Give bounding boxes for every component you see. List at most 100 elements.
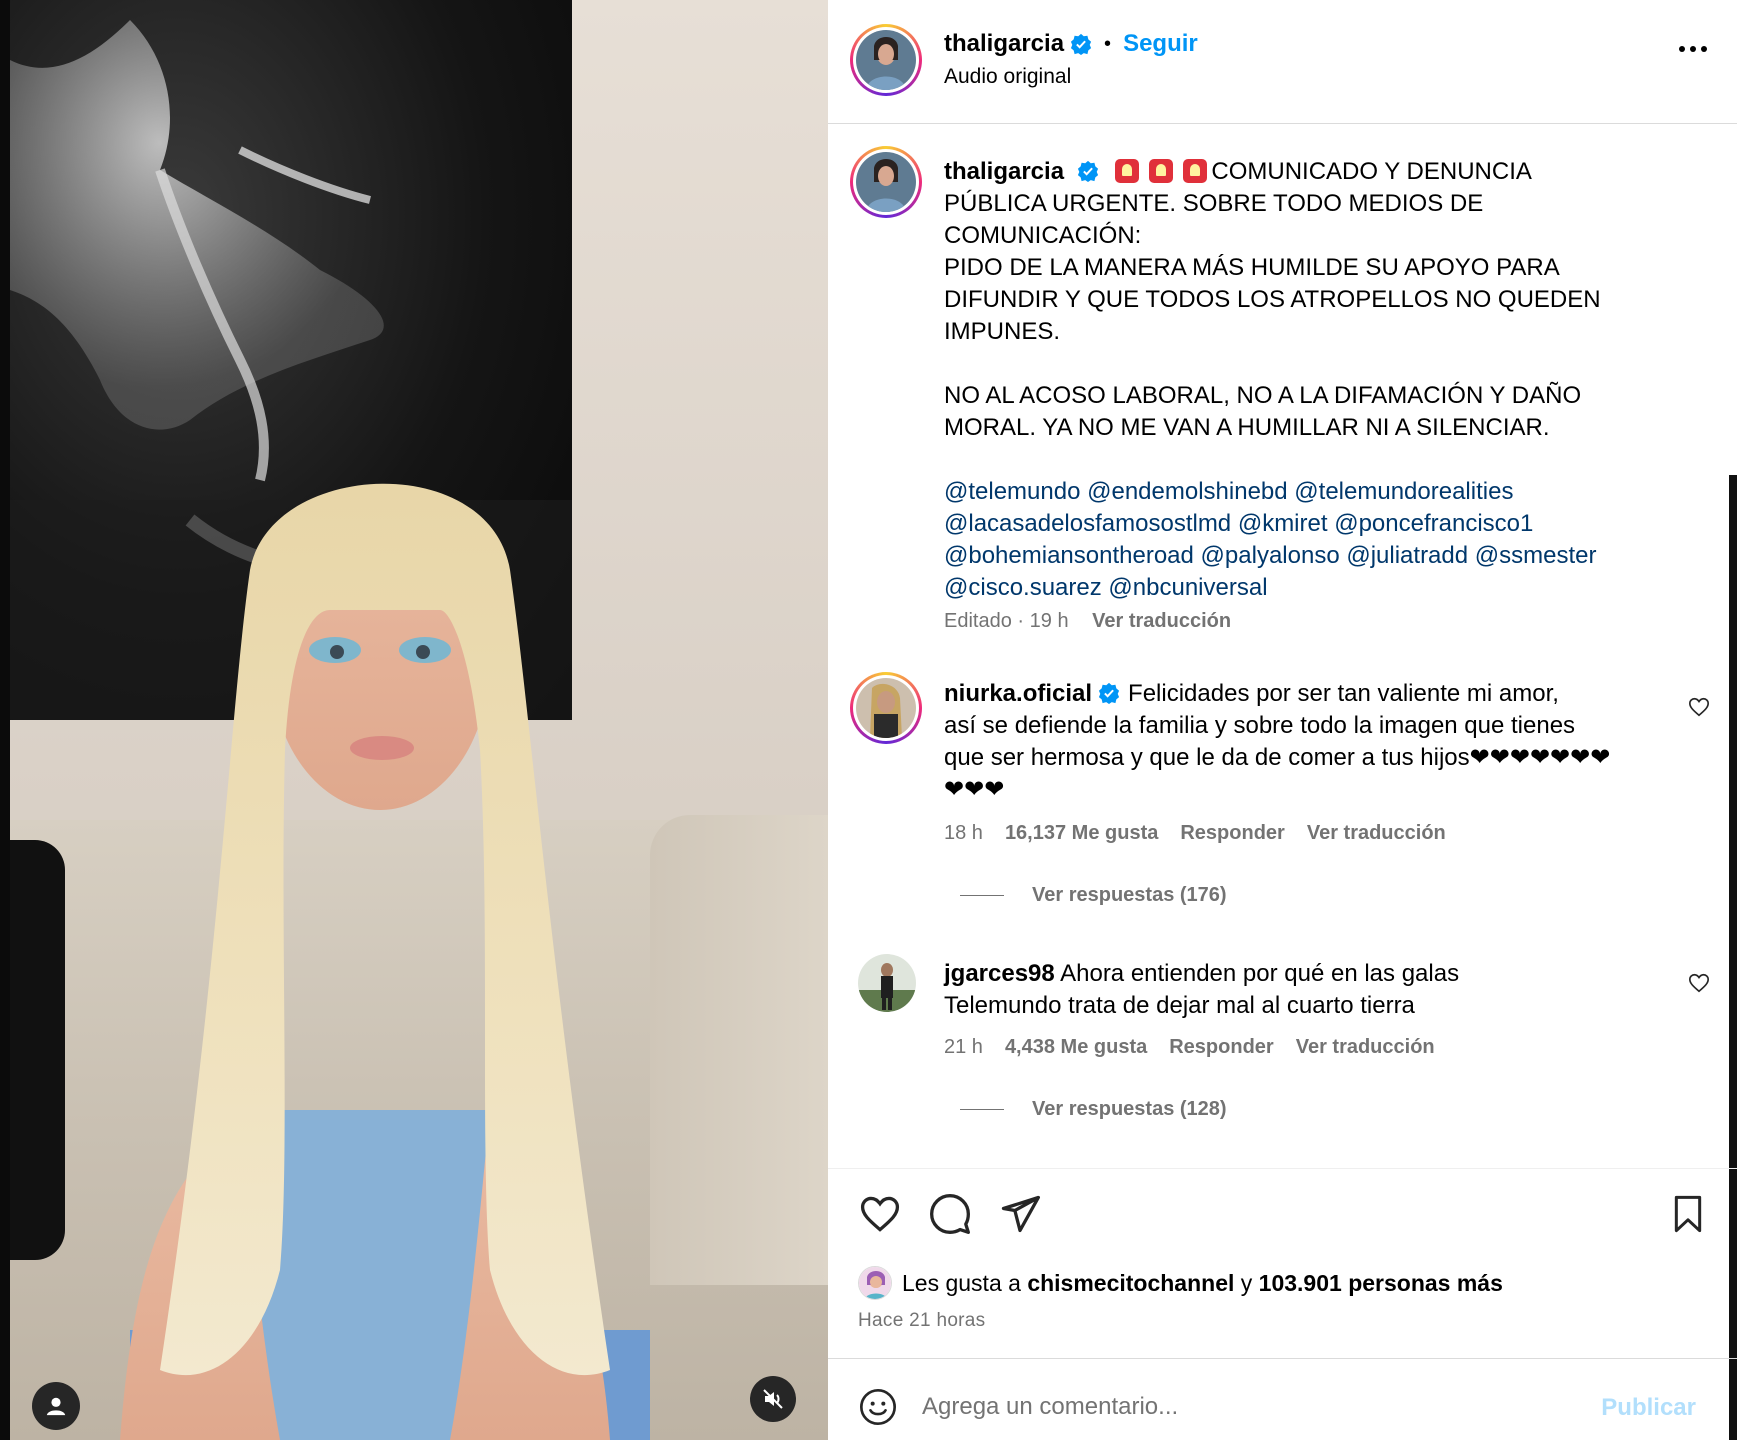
caption-line: COMUNICACIÓN:	[944, 222, 1142, 249]
verified-icon	[1070, 33, 1092, 55]
see-translation-link[interactable]: Ver traducción	[1307, 822, 1446, 845]
caption-line: PÚBLICA URGENTE. SOBRE TODO MEDIOS DE	[944, 190, 1484, 217]
mute-button[interactable]	[750, 1376, 796, 1422]
comment-box-divider	[828, 1358, 1737, 1359]
mention-link[interactable]: @juliatradd	[1346, 542, 1468, 569]
comment-likes[interactable]: 4,438 Me gusta	[1005, 1036, 1147, 1059]
mention-row: @cisco.suarez @nbcuniversal	[944, 572, 1704, 604]
mention-row: @bohemiansontheroad @palyalonso @juliatr…	[944, 540, 1704, 572]
caption-line: COMUNICADO Y DENUNCIA	[1211, 158, 1532, 185]
mention-row: @telemundo @endemolshinebd @telemundorea…	[944, 476, 1704, 508]
add-comment-bar: Publicar	[858, 1382, 1718, 1432]
view-replies-label: Ver respuestas (128)	[1032, 1098, 1227, 1120]
comment-meta: 18 h 16,137 Me gusta Responder Ver tradu…	[944, 822, 1446, 845]
comment-line: así se defiende la familia y sobre todo …	[944, 712, 1576, 739]
comment-line: que ser hermosa y que le da de comer a t…	[944, 744, 1611, 771]
comment-time[interactable]: 21 h	[944, 1036, 983, 1059]
commenter-username[interactable]: niurka.oficial	[944, 680, 1092, 707]
edited-label: Editado	[944, 610, 1012, 632]
post-header: thaligarcia • Seguir Audio original	[828, 0, 1737, 124]
share-icon[interactable]	[998, 1192, 1042, 1236]
siren-emoji-icon	[1149, 159, 1174, 183]
comment-line: Felicidades por ser tan valiente mi amor…	[1128, 680, 1559, 707]
likes-count[interactable]: 103.901 personas más	[1259, 1270, 1503, 1297]
see-translation-link[interactable]: Ver traducción	[1296, 1036, 1435, 1059]
header-user-row: thaligarcia • Seguir	[944, 30, 1198, 58]
mention-link[interactable]: @ssmester	[1475, 542, 1597, 569]
likes-connector: y	[1240, 1269, 1253, 1296]
follow-button[interactable]: Seguir	[1123, 30, 1198, 58]
commenter-username[interactable]: jgarces98	[944, 960, 1055, 987]
emoji-icon[interactable]	[858, 1387, 898, 1427]
caption-line: MORAL. YA NO ME VAN A HUMILLAR NI A SILE…	[944, 414, 1550, 441]
replies-divider	[960, 895, 1004, 896]
mention-link[interactable]: @nbcuniversal	[1108, 574, 1267, 601]
mention-row: @lacasadelosfamosostlmd @kmiret @poncefr…	[944, 508, 1704, 540]
mute-icon	[763, 1389, 783, 1409]
view-replies-button[interactable]: Ver respuestas (128)	[960, 1098, 1227, 1121]
actions-divider	[828, 1168, 1737, 1169]
replies-divider	[960, 1109, 1004, 1110]
reply-button[interactable]: Responder	[1180, 822, 1284, 845]
more-icon	[1679, 46, 1685, 52]
see-translation-link[interactable]: Ver traducción	[1092, 610, 1231, 632]
verified-icon	[1077, 160, 1098, 182]
tagged-users-button[interactable]	[32, 1382, 80, 1430]
pillow	[10, 840, 65, 1260]
reel-video[interactable]	[0, 0, 828, 1440]
comment-time[interactable]: 18 h	[944, 822, 983, 845]
mention-link[interactable]: @telemundorealities	[1294, 478, 1513, 505]
mention-link[interactable]: @telemundo	[944, 478, 1080, 505]
caption-time[interactable]: 19 h	[1030, 610, 1069, 632]
bookmark-icon[interactable]	[1668, 1192, 1708, 1236]
background-edge	[1729, 475, 1737, 1440]
liker-username[interactable]: chismecitochannel	[1027, 1270, 1234, 1297]
siren-emoji-icon	[1183, 159, 1208, 183]
publish-button[interactable]: Publicar	[1601, 1394, 1696, 1422]
comment-line: Ahora entienden por qué en las galas	[1060, 960, 1460, 987]
person-in-video	[120, 483, 650, 1440]
comment-like-heart-icon[interactable]	[1688, 972, 1710, 994]
comment-input[interactable]	[922, 1393, 1542, 1421]
frame-edge	[0, 0, 10, 1440]
comment-likes[interactable]: 16,137 Me gusta	[1005, 822, 1158, 845]
comment-icon[interactable]	[928, 1192, 972, 1236]
commenter-avatar[interactable]	[850, 672, 922, 744]
comment-like-heart-icon[interactable]	[1688, 696, 1710, 718]
caption-line: DIFUNDIR Y QUE TODOS LOS ATROPELLOS NO Q…	[944, 286, 1601, 313]
verified-icon	[1098, 682, 1120, 704]
caption-line: IMPUNES.	[944, 318, 1061, 345]
mention-link[interactable]: @bohemiansontheroad	[944, 542, 1194, 569]
mention-link[interactable]: @lacasadelosfamosostlmd	[944, 510, 1231, 537]
caption-username[interactable]: thaligarcia	[944, 158, 1064, 185]
reply-button[interactable]: Responder	[1169, 1036, 1273, 1059]
post-time[interactable]: Hace 21 horas	[858, 1310, 985, 1332]
commenter-avatar[interactable]	[858, 954, 916, 1012]
comment-text: niurka.oficial Felicidades por ser tan va…	[944, 678, 1654, 806]
caption-text: thaligarcia COMUNICADO Y DENUNCIA PÚBLIC…	[944, 156, 1704, 604]
mention-link[interactable]: @poncefrancisco1	[1334, 510, 1533, 537]
user-icon	[46, 1397, 66, 1416]
author-avatar[interactable]	[850, 24, 922, 96]
caption-avatar[interactable]	[850, 146, 922, 218]
audio-link[interactable]: Audio original	[944, 65, 1071, 89]
heart-icon[interactable]	[858, 1192, 902, 1236]
header-separator: •	[1104, 32, 1112, 55]
comment-text: jgarces98 Ahora entienden por qué en las…	[944, 958, 1654, 1022]
post-actions	[858, 1192, 1708, 1242]
mention-link[interactable]: @endemolshinebd	[1087, 478, 1288, 505]
author-username[interactable]: thaligarcia	[944, 30, 1064, 58]
likes-prefix: Les gusta a	[902, 1269, 1021, 1296]
mention-link[interactable]: @cisco.suarez	[944, 574, 1102, 601]
likes-summary: Les gusta a chismecitochannel y 103.901 …	[858, 1266, 1503, 1300]
mention-link[interactable]: @palyalonso	[1201, 542, 1340, 569]
caption-line: PIDO DE LA MANERA MÁS HUMILDE SU APOYO P…	[944, 254, 1560, 281]
view-replies-button[interactable]: Ver respuestas (176)	[960, 884, 1227, 907]
more-options-button[interactable]	[1679, 46, 1707, 52]
liker-avatar[interactable]	[858, 1266, 892, 1300]
comment-line: Telemundo trata de dejar mal al cuarto t…	[944, 992, 1415, 1019]
post-panel: thaligarcia • Seguir Audio original thal…	[828, 0, 1737, 1440]
siren-emoji-icon	[1115, 159, 1140, 183]
comment-line: ❤❤❤	[944, 776, 1005, 803]
mention-link[interactable]: @kmiret	[1238, 510, 1328, 537]
